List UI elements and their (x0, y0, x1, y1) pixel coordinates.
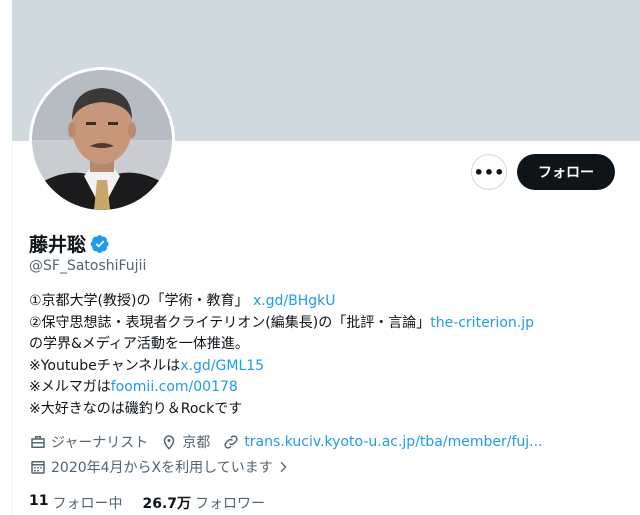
following-count: 11 (29, 493, 49, 509)
following-stat[interactable]: 11 フォロー中 (29, 493, 122, 513)
following-label: フォロー中 (52, 496, 123, 512)
occupation-text: ジャーナリスト (51, 435, 149, 451)
briefcase-icon (31, 436, 45, 448)
location-text: 京都 (182, 435, 211, 451)
followers-label: フォロワー (195, 496, 266, 512)
followers-count: 26.7万 (142, 496, 192, 512)
profile-meta: ジャーナリスト 京都 trans.kuciv.kyoto-u.ac.jp/tba… (29, 432, 554, 452)
avatar-image (32, 70, 172, 210)
location-item: 京都 (160, 432, 210, 452)
occupation-item: ジャーナリスト (29, 432, 148, 452)
follow-button[interactable]: フォロー (517, 154, 615, 190)
profile-url-link[interactable]: trans.kuciv.kyoto-u.ac.jp/tba/member/fuj… (244, 434, 542, 450)
bio-link[interactable]: foomii.com/00178 (111, 379, 238, 395)
bio-line: の学界&メディア活動を一体推進。 (29, 336, 249, 353)
profile-name-row: 藤井聡 (29, 230, 110, 257)
profile-stats: 11 フォロー中 26.7万 フォロワー (29, 493, 285, 513)
followers-stat[interactable]: 26.7万 フォロワー (142, 493, 265, 513)
calendar-icon (31, 461, 45, 474)
joined-text: 2020年4月からXを利用しています (51, 460, 273, 476)
bio-link[interactable]: the-criterion.jp (430, 315, 534, 331)
location-pin-icon (164, 435, 175, 450)
chevron-right-icon (280, 461, 287, 473)
profile-handle: @SF_SatoshiFujii (29, 258, 147, 274)
more-icon: ••• (473, 162, 505, 182)
bio-line: ①京都大学(教授)の「学術・教育」 (29, 293, 253, 309)
more-options-button[interactable]: ••• (471, 154, 507, 190)
bio-line: ※メルマガは (29, 379, 111, 396)
bio-link[interactable]: x.gd/BHgkU (253, 293, 336, 309)
bio-line: ※大好きなのは磯釣り＆Rockです (29, 400, 243, 417)
link-icon (224, 435, 238, 449)
joined-date[interactable]: 2020年4月からXを利用しています (29, 457, 295, 477)
url-item: trans.kuciv.kyoto-u.ac.jp/tba/member/fuj… (222, 433, 542, 451)
bio-line: ②保守思想誌・表現者クライテリオン(編集長)の「批評・言論」 (29, 314, 431, 331)
profile-name: 藤井聡 (29, 234, 87, 256)
profile-bio: ①京都大学(教授)の「学術・教育」 x.gd/BHgkU ②保守思想誌・表現者ク… (29, 291, 534, 421)
bio-link[interactable]: x.gd/GML15 (180, 358, 264, 374)
bio-line: ※Youtubeチャンネルは (29, 357, 181, 374)
divider (12, 141, 13, 515)
verified-badge-icon[interactable] (90, 234, 110, 254)
avatar[interactable] (29, 67, 175, 213)
